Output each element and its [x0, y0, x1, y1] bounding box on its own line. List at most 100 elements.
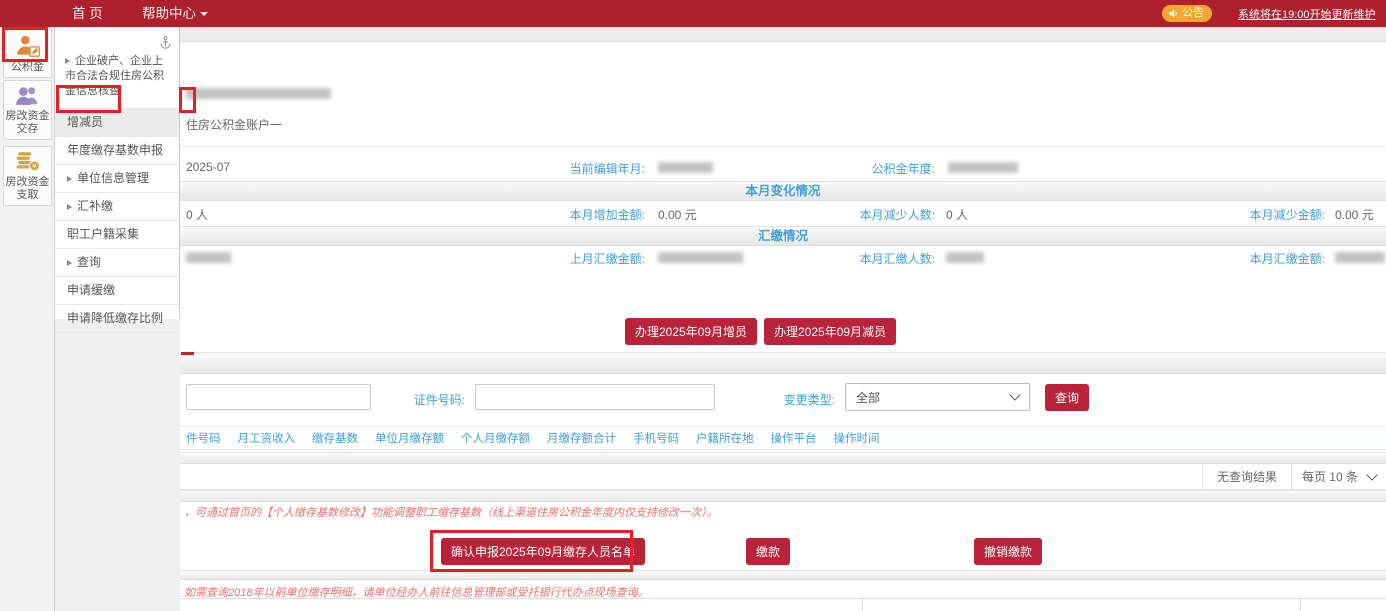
expand-arrow-icon — [65, 58, 70, 64]
separator-bar — [180, 490, 1386, 502]
change-type-selected-value: 全部 — [856, 389, 880, 406]
secondary-menu: 企业破产、企业上市合法合规住房公积金信息核查 增减员 年度缴存基数申报 单位信息… — [55, 27, 180, 319]
section-month-change: 本月变化情况 — [180, 181, 1386, 201]
svg-text:¥: ¥ — [32, 162, 37, 171]
menu-item-qiyepochan[interactable]: 企业破产、企业上市合法合规住房公积金信息核查 — [65, 54, 171, 108]
id-number-input[interactable] — [475, 384, 715, 410]
speaker-icon — [1168, 8, 1179, 19]
column-header[interactable]: 月缴存额合计 — [547, 430, 616, 446]
chevron-down-icon — [1009, 389, 1020, 400]
expand-arrow-icon — [67, 260, 72, 266]
this-month-amount-redacted — [1335, 252, 1385, 263]
cancel-pay-button[interactable]: 撤销缴款 — [974, 538, 1042, 565]
page-size-select[interactable]: 每页 10 条 — [1291, 464, 1386, 490]
chevron-down-icon — [200, 12, 208, 16]
menu-item-label: 申请缓缴 — [67, 283, 115, 297]
menu-item-label: 单位信息管理 — [77, 171, 149, 185]
menu-item-huanjiao[interactable]: 申请缓缴 — [55, 276, 179, 304]
table-header-row: 件号码 月工资收入 缴存基数 单位月缴存额 个人月缴存额 月缴存额合计 手机号码… — [180, 426, 1386, 450]
column-header[interactable]: 操作平台 — [771, 430, 817, 446]
month-reduce-count-value: 0 人 — [946, 206, 968, 223]
section-remittance: 汇缴情况 — [180, 226, 1386, 246]
column-header[interactable]: 手机号码 — [633, 430, 679, 446]
expand-arrow-icon — [67, 176, 72, 182]
results-bar: 无查询结果 每页 10 条 — [180, 464, 1386, 490]
current-edit-month-redacted — [658, 162, 713, 173]
fund-year-label: 公积金年度: — [735, 160, 935, 177]
column-header[interactable]: 月工资收入 — [238, 430, 296, 446]
column-header[interactable]: 操作时间 — [834, 430, 880, 446]
menu-item-label: 增减员 — [67, 115, 103, 129]
nav-help-label: 帮助中心 — [142, 6, 196, 21]
menu-item-zengjianyuan[interactable]: 增减员 — [55, 108, 179, 136]
table-fragment-divider — [862, 598, 863, 611]
sidebar-item-label: 公积金 — [11, 61, 44, 74]
account-label: 住房公积金账户一 — [186, 116, 282, 133]
sidebar-item-label: 房改资金 支取 — [6, 176, 50, 202]
last-month-count-redacted — [186, 252, 231, 263]
menu-item-label: 申请降低缴存比例 — [67, 311, 163, 325]
this-month-amount-label: 本月汇缴金额: — [1125, 250, 1325, 267]
active-tab-indicator — [181, 352, 194, 355]
column-header[interactable]: 件号码 — [186, 430, 221, 446]
anchor-icon[interactable] — [159, 35, 172, 53]
app-root: 首 页 帮助中心 公告 系统将在19:00开始更新维护 公积金 — [0, 0, 1386, 611]
menu-item-chaxun[interactable]: 查询 — [55, 248, 179, 276]
menu-item-huji-caiji[interactable]: 职工户籍采集 — [55, 220, 179, 248]
last-month-amount-label: 上月汇缴金额: — [445, 250, 645, 267]
person-edit-icon — [15, 33, 41, 59]
remove-member-button[interactable]: 办理2025年09月减员 — [764, 318, 896, 345]
sidebar-item-fanggai-jiaocun[interactable]: 房改资金 交存 — [3, 80, 52, 140]
id-number-label: 证件号码: — [365, 391, 465, 408]
month-reduce-amount-label: 本月减少金额: — [1125, 206, 1325, 223]
top-navbar: 首 页 帮助中心 公告 系统将在19:00开始更新维护 — [0, 0, 1386, 27]
menu-item-jiangdi-bili[interactable]: 申请降低缴存比例 — [55, 304, 179, 333]
add-member-button[interactable]: 办理2025年09月增员 — [625, 318, 757, 345]
column-header[interactable]: 户籍所在地 — [696, 430, 754, 446]
confirm-declare-button[interactable]: 确认申报2025年09月缴存人员名单 — [441, 538, 645, 565]
company-name-redacted — [186, 88, 331, 99]
pay-button[interactable]: 缴款 — [746, 538, 790, 565]
chevron-down-icon — [1366, 469, 1377, 480]
table-fragment-border — [180, 598, 1386, 599]
current-edit-month-label: 当前编辑年月: — [445, 160, 645, 177]
icon-sidebar: 公积金 房改资金 交存 ¥ 房改资金 支取 — [0, 27, 55, 611]
content-top-strip — [180, 27, 1386, 42]
column-header[interactable]: 缴存基数 — [312, 430, 358, 446]
table-fragment-divider — [1300, 598, 1301, 611]
edit-month-value: 2025-07 — [186, 160, 230, 174]
month-add-amount-label: 本月增加金额: — [445, 206, 645, 223]
coins-icon: ¥ — [15, 150, 41, 174]
expand-arrow-icon — [67, 204, 72, 210]
change-type-select[interactable]: 全部 — [845, 383, 1030, 411]
menu-item-huibujiao[interactable]: 汇补缴 — [55, 192, 179, 220]
change-type-label: 变更类型: — [735, 391, 835, 408]
sidebar-item-label: 房改资金 交存 — [6, 110, 50, 136]
menu-item-danwei-xinxi[interactable]: 单位信息管理 — [55, 164, 179, 192]
base-modify-note: ，可通过首页的【个人缴存基数修改】功能调整职工缴存基数（线上渠道住房公积金年度内… — [184, 504, 718, 520]
sidebar-item-fanggai-zhiqu[interactable]: ¥ 房改资金 支取 — [3, 146, 52, 206]
month-reduce-count-label: 本月减少人数: — [735, 206, 935, 223]
column-header[interactable]: 单位月缴存额 — [375, 430, 444, 446]
menu-item-label: 年度缴存基数申报 — [67, 143, 163, 157]
query-button[interactable]: 查询 — [1045, 384, 1089, 411]
sidebar-item-gongjijin[interactable]: 公积金 — [3, 28, 52, 78]
nav-home[interactable]: 首 页 — [72, 0, 103, 27]
tab-strip — [180, 352, 1386, 374]
last-month-amount-redacted — [658, 252, 743, 263]
menu-item-jishu-shenbao[interactable]: 年度缴存基数申报 — [55, 136, 179, 164]
menu-item-label: 查询 — [77, 255, 101, 269]
menu-item-label: 职工户籍采集 — [67, 227, 139, 241]
announcement-link[interactable]: 系统将在19:00开始更新维护 — [1238, 6, 1376, 22]
this-month-count-redacted — [946, 252, 984, 263]
people-icon — [14, 84, 41, 108]
menu-item-label: 汇补缴 — [77, 199, 113, 213]
nav-help-center[interactable]: 帮助中心 — [142, 0, 208, 27]
column-header[interactable]: 个人月缴存额 — [461, 430, 530, 446]
separator-bar — [180, 570, 1386, 580]
name-input[interactable] — [186, 384, 371, 410]
this-month-count-label: 本月汇缴人数: — [735, 250, 935, 267]
divider — [180, 146, 1386, 147]
announcement-badge[interactable]: 公告 — [1162, 5, 1212, 22]
empty-result-text: 无查询结果 — [1202, 464, 1291, 490]
